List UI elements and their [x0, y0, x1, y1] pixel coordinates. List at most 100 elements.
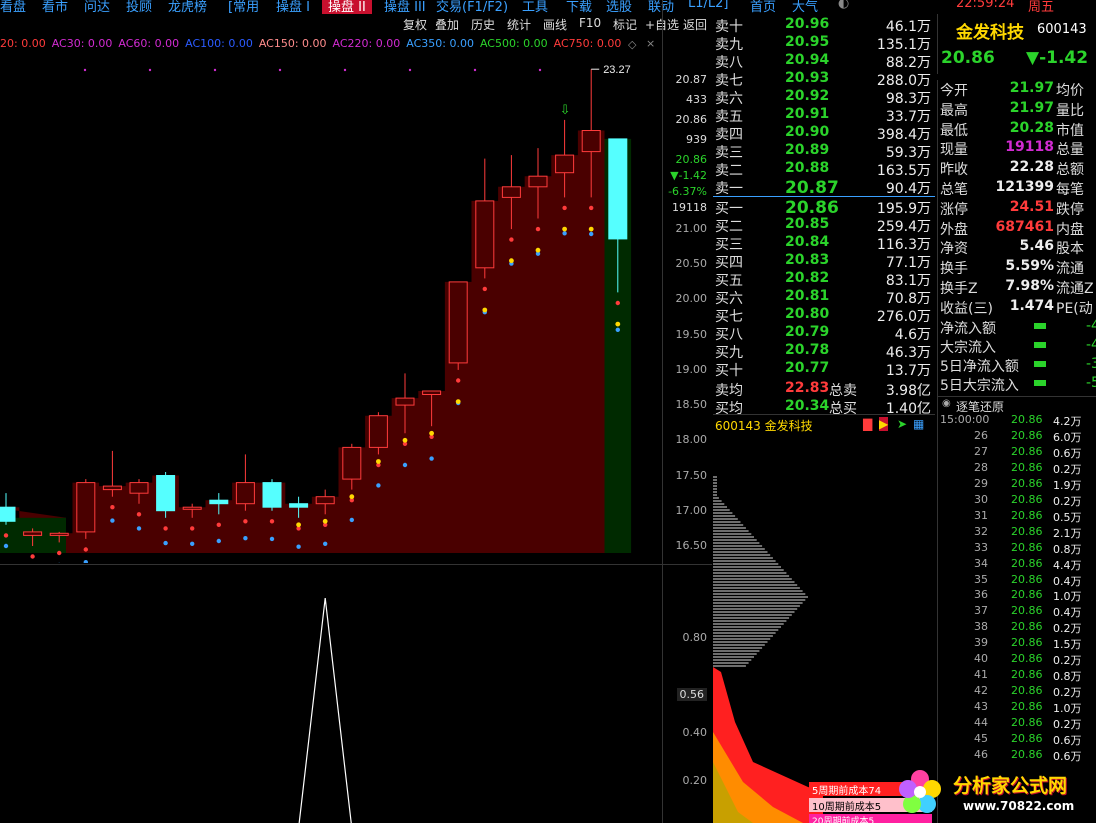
tick-row[interactable]: 33 20.86 0.8万 — [938, 541, 1096, 557]
bid-row[interactable]: 买九 20.78 46.3万 — [713, 342, 935, 361]
ask-row[interactable]: 卖六 20.92 98.3万 — [713, 88, 935, 107]
fuquan-button[interactable]: 复权 — [403, 16, 427, 33]
tick-row[interactable]: 45 20.86 0.6万 — [938, 732, 1096, 748]
bid-row[interactable]: 买五 20.82 83.1万 — [713, 270, 935, 289]
menu-item-longhubang[interactable]: 龙虎榜 — [168, 0, 207, 14]
candle-body[interactable] — [156, 475, 176, 512]
f10-button[interactable]: F10 — [579, 16, 601, 30]
tick-row[interactable]: 46 20.86 0.6万 — [938, 748, 1096, 764]
globe-icon[interactable]: ◐ — [838, 0, 849, 11]
tick-row[interactable]: 31 20.86 0.5万 — [938, 509, 1096, 525]
menu-item-gongju[interactable]: 工具 — [522, 0, 548, 14]
candle-body[interactable] — [448, 281, 468, 364]
tick-row[interactable]: 35 20.86 0.4万 — [938, 573, 1096, 589]
candle-body[interactable] — [501, 186, 521, 198]
candle-body[interactable] — [23, 531, 43, 536]
tick-row[interactable]: 32 20.86 2.1万 — [938, 525, 1096, 541]
tick-row[interactable]: 44 20.86 0.2万 — [938, 716, 1096, 732]
chip-arrow-icon[interactable]: ➤ — [897, 417, 907, 431]
tick-row[interactable]: 42 20.86 0.2万 — [938, 684, 1096, 700]
candle-body[interactable] — [342, 446, 362, 480]
candle-body[interactable] — [0, 506, 16, 522]
ask-row[interactable]: 卖二 20.88 163.5万 — [713, 160, 935, 179]
tick-row[interactable]: 29 20.86 1.9万 — [938, 477, 1096, 493]
tick-row[interactable]: 30 20.86 0.2万 — [938, 493, 1096, 509]
menu-item-kanpan[interactable]: 看盘 — [0, 0, 26, 14]
menu-item-shouye[interactable]: 首页 — [750, 0, 776, 14]
candle-body[interactable] — [555, 154, 575, 174]
tick-row[interactable]: 20.86 4.2万 — [938, 413, 1096, 429]
bid-row[interactable]: 买三 20.84 116.3万 — [713, 234, 935, 253]
menu-item-kanshi[interactable]: 看市 — [42, 0, 68, 14]
ask-row[interactable]: 卖五 20.91 33.7万 — [713, 106, 935, 125]
ask-row[interactable]: 卖九 20.95 135.1万 — [713, 34, 935, 53]
candle-body[interactable] — [182, 506, 202, 510]
bid-row[interactable]: 买四 20.83 77.1万 — [713, 252, 935, 271]
bid-row[interactable]: 买一 20.86 195.9万 — [713, 198, 935, 218]
candle-body[interactable] — [76, 482, 96, 533]
menu-item-tougu[interactable]: 投顾 — [126, 0, 152, 14]
huaxian-button[interactable]: 画线 — [543, 16, 567, 33]
candle-body[interactable] — [235, 482, 255, 505]
candle-body[interactable] — [209, 499, 229, 505]
chip-red-icon[interactable]: ▇ — [863, 417, 872, 431]
tick-row[interactable]: 39 20.86 1.5万 — [938, 636, 1096, 652]
candle-body[interactable] — [422, 390, 442, 395]
tick-row[interactable]: 37 20.86 0.4万 — [938, 604, 1096, 620]
menu-item-changyong[interactable]: [常用 — [228, 0, 259, 14]
chip-flag-icon[interactable]: ▶ — [879, 417, 889, 431]
candle-body[interactable] — [129, 482, 149, 494]
menu-item-l1l2[interactable]: L1/L2] — [688, 0, 728, 11]
bid-row[interactable]: 买十 20.77 13.7万 — [713, 360, 935, 379]
diejia-button[interactable]: 叠加 — [435, 16, 459, 33]
tick-row[interactable]: 27 20.86 0.6万 — [938, 445, 1096, 461]
tick-row[interactable]: 26 20.86 6.0万 — [938, 429, 1096, 445]
candle-body[interactable] — [315, 496, 335, 505]
diamond-icon[interactable]: ◇ — [628, 38, 636, 51]
tick-row[interactable]: 34 20.86 4.4万 — [938, 557, 1096, 573]
bid-row[interactable]: 买八 20.79 4.6万 — [713, 324, 935, 343]
candle-body[interactable] — [475, 200, 495, 269]
biaoji-button[interactable]: 标记 — [613, 16, 637, 33]
candle-body[interactable] — [102, 485, 122, 491]
tick-row[interactable]: 38 20.86 0.2万 — [938, 620, 1096, 636]
tick-row[interactable]: 40 20.86 0.2万 — [938, 652, 1096, 668]
bid-row[interactable]: 买二 20.85 259.4万 — [713, 216, 935, 235]
tick-row[interactable]: 28 20.86 0.2万 — [938, 461, 1096, 477]
ask-row[interactable]: 卖一 20.87 90.4万 — [713, 178, 935, 198]
candle-body[interactable] — [368, 415, 388, 448]
ask-row[interactable]: 卖十 20.96 46.1万 — [713, 16, 935, 35]
candle-body[interactable] — [49, 532, 69, 536]
ask-row[interactable]: 卖八 20.94 88.2万 — [713, 52, 935, 71]
tick-row[interactable]: 36 20.86 1.0万 — [938, 588, 1096, 604]
candle-body[interactable] — [608, 138, 628, 240]
menu-item-xuangu[interactable]: 选股 — [606, 0, 632, 14]
menu-item-liandong[interactable]: 联动 — [648, 0, 674, 14]
candle-body[interactable] — [528, 175, 548, 188]
chip-grid-icon[interactable]: ▦ — [913, 417, 924, 431]
candle-body[interactable] — [262, 482, 282, 508]
menu-item-caopan-3[interactable]: 操盘 III — [384, 0, 426, 14]
close-icon[interactable]: × — [646, 37, 655, 50]
tick-row[interactable]: 43 20.86 1.0万 — [938, 700, 1096, 716]
candlestick-chart[interactable]: 23.27 ⇩ — [0, 53, 662, 563]
tongji-button[interactable]: 统计 — [507, 16, 531, 33]
back-button[interactable]: 返回 — [683, 16, 707, 33]
candle-body[interactable] — [289, 503, 309, 508]
tick-list[interactable]: 15:00:00 20.86 4.2万 26 20.86 6.0万 27 20.86 0.6万 2… — [937, 413, 1096, 823]
ask-row[interactable]: 卖三 20.89 59.3万 — [713, 142, 935, 161]
candle-body[interactable] — [395, 397, 415, 406]
bid-row[interactable]: 买七 20.80 276.0万 — [713, 306, 935, 325]
menu-item-caopan-1[interactable]: 操盘 I — [276, 0, 310, 14]
sub-indicator-chart[interactable] — [0, 566, 662, 823]
tick-row[interactable]: 41 20.86 0.8万 — [938, 668, 1096, 684]
menu-item-caopan-2[interactable]: 操盘 II — [322, 0, 372, 14]
menu-item-jiaoyi[interactable]: 交易(F1/F2) — [436, 0, 508, 14]
bid-row[interactable]: 买六 20.81 70.8万 — [713, 288, 935, 307]
menu-item-daqi[interactable]: 大气 — [792, 0, 818, 14]
collapse-icon[interactable]: ◉ — [942, 398, 951, 409]
menu-item-xiazai[interactable]: 下载 — [566, 0, 592, 14]
ask-row[interactable]: 卖七 20.93 288.0万 — [713, 70, 935, 89]
menu-item-wenda[interactable]: 问达 — [84, 0, 110, 14]
lishi-button[interactable]: 历史 — [471, 16, 495, 33]
